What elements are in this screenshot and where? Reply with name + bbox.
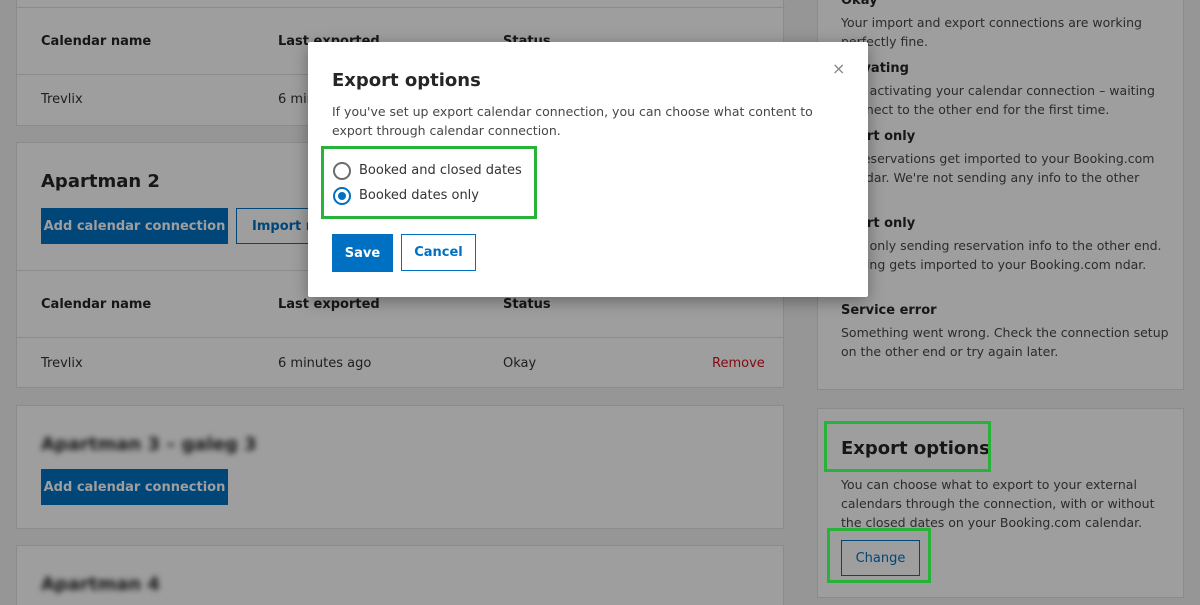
modal-description: If you've set up export calendar connect…: [332, 104, 813, 138]
close-icon[interactable]: ×: [832, 59, 845, 78]
cancel-button[interactable]: Cancel: [401, 234, 476, 271]
save-button[interactable]: Save: [332, 234, 393, 272]
highlight-box-radio-options: [321, 146, 537, 219]
highlight-box-export-title: [824, 421, 991, 472]
highlight-box-change-button: [827, 528, 931, 583]
modal-title: Export options: [332, 70, 481, 91]
